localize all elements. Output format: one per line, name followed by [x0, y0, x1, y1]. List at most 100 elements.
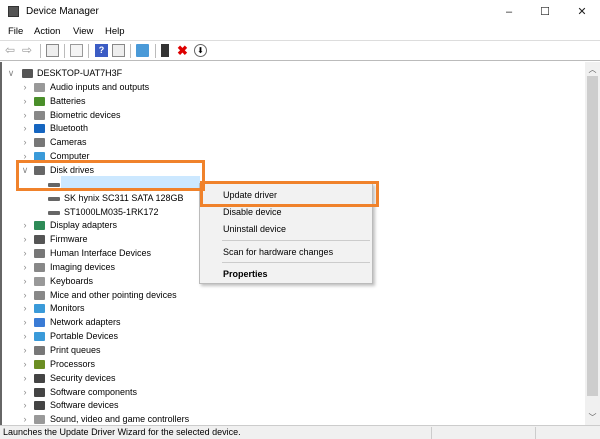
- vertical-scrollbar[interactable]: ︿ ﹀: [585, 62, 600, 425]
- disk-drive-icon: [48, 196, 60, 201]
- security-icon: [34, 373, 45, 383]
- help-icon[interactable]: ?: [95, 44, 108, 57]
- sound-icon: [34, 415, 45, 425]
- chevron-right-icon[interactable]: ›: [20, 135, 30, 149]
- keyboard-icon: [34, 276, 45, 286]
- tree-item[interactable]: › Biometric devices: [2, 108, 582, 122]
- chevron-right-icon[interactable]: ›: [20, 288, 30, 302]
- tree-item-label: Processors: [50, 358, 96, 369]
- chevron-right-icon[interactable]: ›: [20, 232, 30, 246]
- software-device-icon: [34, 401, 45, 411]
- network-icon: [34, 318, 45, 328]
- chevron-right-icon[interactable]: ›: [20, 108, 30, 122]
- tree-item-label: Batteries: [50, 95, 86, 106]
- tree-item[interactable]: › Monitors: [2, 301, 582, 315]
- menu-item-disable-device[interactable]: Disable device: [223, 207, 282, 217]
- highlight-box-update-driver: [200, 181, 379, 207]
- menu-item-scan-hardware[interactable]: Scan for hardware changes: [223, 247, 333, 257]
- update-driver-icon[interactable]: [161, 44, 169, 57]
- tree-item-label: Software devices: [50, 400, 119, 411]
- chevron-right-icon[interactable]: ›: [20, 246, 30, 260]
- tree-item[interactable]: › Bluetooth: [2, 121, 582, 135]
- chevron-right-icon[interactable]: ›: [20, 357, 30, 371]
- tree-item-label: Security devices: [50, 372, 116, 383]
- menu-action[interactable]: Action: [34, 26, 60, 37]
- chevron-right-icon[interactable]: ›: [20, 315, 30, 329]
- tree-item[interactable]: › Software components: [2, 385, 582, 399]
- tree-item[interactable]: › Audio inputs and outputs: [2, 80, 582, 94]
- scanner-icon: [34, 262, 45, 272]
- menu-file[interactable]: File: [8, 26, 23, 37]
- chevron-right-icon[interactable]: ›: [20, 385, 30, 399]
- menu-help[interactable]: Help: [105, 26, 125, 37]
- tree-item[interactable]: › Mice and other pointing devices: [2, 288, 582, 302]
- scroll-up-icon[interactable]: ︿: [585, 64, 600, 75]
- firmware-icon: [34, 235, 45, 245]
- maximize-button[interactable]: ☐: [530, 4, 560, 20]
- display-adapter-icon: [34, 221, 45, 231]
- show-hide-tree-icon[interactable]: [46, 44, 59, 57]
- minimize-button[interactable]: –: [494, 4, 524, 20]
- chevron-right-icon[interactable]: ›: [20, 398, 30, 412]
- tree-item-label: Portable Devices: [50, 331, 119, 342]
- chevron-right-icon[interactable]: ›: [20, 274, 30, 288]
- properties-icon[interactable]: [70, 44, 83, 57]
- tree-item-label: Bluetooth: [50, 123, 89, 134]
- menu-item-uninstall-device[interactable]: Uninstall device: [223, 224, 286, 234]
- portable-device-icon: [34, 332, 45, 342]
- tree-item[interactable]: › Cameras: [2, 135, 582, 149]
- battery-icon: [34, 96, 45, 106]
- tree-item-label: Network adapters: [50, 317, 121, 328]
- chevron-right-icon[interactable]: ›: [20, 343, 30, 357]
- chevron-right-icon[interactable]: ›: [20, 412, 30, 425]
- status-bar: Launches the Update Driver Wizard for th…: [0, 425, 600, 439]
- scroll-down-icon[interactable]: ﹀: [585, 412, 600, 423]
- monitor-icon: [34, 304, 45, 314]
- tree-item[interactable]: › Security devices: [2, 371, 582, 385]
- title-bar: Device Manager – ☐ ✕: [0, 0, 600, 24]
- tree-item-label: Mice and other pointing devices: [50, 289, 177, 300]
- processor-icon: [34, 359, 45, 369]
- menu-view[interactable]: View: [73, 26, 93, 37]
- speaker-icon: [34, 82, 45, 92]
- close-button[interactable]: ✕: [567, 4, 597, 20]
- tree-item[interactable]: › Network adapters: [2, 315, 582, 329]
- chevron-right-icon[interactable]: ›: [20, 218, 30, 232]
- chevron-right-icon[interactable]: ›: [20, 301, 30, 315]
- tree-item[interactable]: › Portable Devices: [2, 329, 582, 343]
- chevron-right-icon[interactable]: ›: [20, 371, 30, 385]
- uninstall-icon[interactable]: ✖: [177, 44, 190, 57]
- tree-item-label: Biometric devices: [50, 109, 121, 120]
- status-text: Launches the Update Driver Wizard for th…: [3, 427, 241, 437]
- tree-item[interactable]: › Batteries: [2, 94, 582, 108]
- tree-item-label: DESKTOP-UAT7H3F: [37, 68, 123, 78]
- printer-icon: [34, 346, 45, 355]
- tree-item[interactable]: ∨ DESKTOP-UAT7H3F: [2, 66, 582, 80]
- chevron-right-icon[interactable]: ›: [20, 94, 30, 108]
- hid-icon: [34, 249, 45, 259]
- back-icon[interactable]: ⇦: [5, 44, 18, 57]
- software-component-icon: [34, 387, 45, 397]
- mouse-icon: [34, 290, 45, 300]
- menu-item-properties[interactable]: Properties: [223, 269, 268, 279]
- scrollbar-thumb[interactable]: [587, 76, 598, 396]
- forward-icon[interactable]: ⇨: [22, 44, 35, 57]
- chevron-right-icon[interactable]: ›: [20, 80, 30, 94]
- chevron-right-icon[interactable]: ›: [20, 329, 30, 343]
- tree-item[interactable]: › Processors: [2, 357, 582, 371]
- tree-item-label: Firmware: [50, 234, 88, 245]
- tree-item[interactable]: › Print queues: [2, 343, 582, 357]
- action-pane-icon[interactable]: [112, 44, 125, 57]
- tree-item-label: Sound, video and game controllers: [50, 414, 190, 425]
- chevron-right-icon[interactable]: ›: [20, 121, 30, 135]
- chevron-right-icon[interactable]: ›: [20, 260, 30, 274]
- download-icon[interactable]: ⬇: [194, 44, 207, 57]
- computer-root-icon: [22, 69, 33, 78]
- monitor-icon[interactable]: [136, 44, 149, 57]
- chevron-down-icon[interactable]: ∨: [6, 66, 16, 80]
- tree-item[interactable]: › Software devices: [2, 398, 582, 412]
- tree-item-label: Software components: [50, 386, 138, 397]
- tree-item[interactable]: › Sound, video and game controllers: [2, 412, 582, 425]
- device-manager-icon: [8, 6, 19, 17]
- disk-drive-icon: [48, 210, 60, 215]
